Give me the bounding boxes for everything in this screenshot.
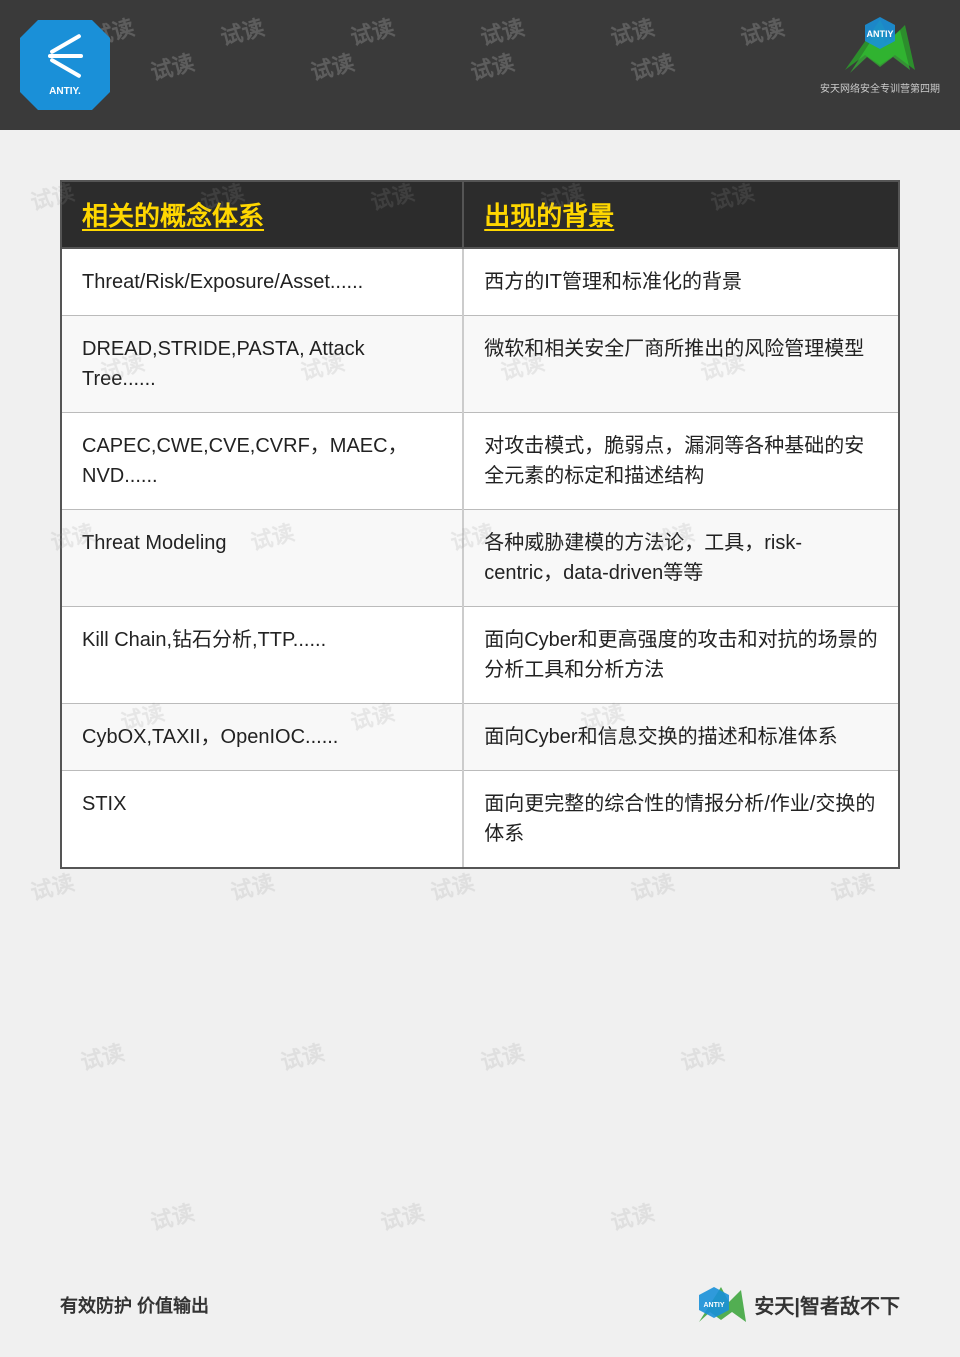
table-row: Threat Modeling各种威胁建模的方法论，工具，risk-centri… — [61, 510, 899, 607]
body-watermark: 试读 — [277, 1035, 328, 1077]
col2-header: 出现的背景 — [463, 181, 899, 248]
table-cell-col2: 各种威胁建模的方法论，工具，risk-centric，data-driven等等 — [463, 510, 899, 607]
table-cell-col2: 西方的IT管理和标准化的背景 — [463, 248, 899, 316]
table-row: CybOX,TAXII，OpenIOC......面向Cyber和信息交换的描述… — [61, 704, 899, 771]
watermark: 试读 — [217, 10, 268, 52]
table-row: STIX面向更完整的综合性的情报分析/作业/交换的体系 — [61, 771, 899, 869]
col2-header-text: 出现的背景 — [484, 201, 614, 231]
watermark: 试读 — [467, 45, 518, 87]
table-cell-col2: 面向Cyber和更高强度的攻击和对抗的场景的分析工具和分析方法 — [463, 607, 899, 704]
svg-text:ANTIY: ANTIY — [704, 1302, 725, 1309]
header-right-logo-icon: ANTIY — [835, 15, 925, 80]
main-content: 相关的概念体系 出现的背景 Threat/Risk/Exposure/Asset… — [0, 130, 960, 909]
watermark: 试读 — [627, 45, 678, 87]
table-row: Kill Chain,钻石分析,TTP......面向Cyber和更高强度的攻击… — [61, 607, 899, 704]
watermark: 试读 — [347, 10, 398, 52]
table-cell-col2: 微软和相关安全厂商所推出的风险管理模型 — [463, 316, 899, 413]
header: 试读 试读 试读 试读 试读 试读 试读 试读 试读 试读 ANTIY. ANT… — [0, 0, 960, 130]
table-cell-col2: 对攻击模式，脆弱点，漏洞等各种基础的安全元素的标定和描述结构 — [463, 413, 899, 510]
table-cell-col1: CAPEC,CWE,CVE,CVRF，MAEC，NVD...... — [61, 413, 463, 510]
footer-logo-icon: ANTIY — [694, 1282, 749, 1327]
watermark: 试读 — [737, 10, 788, 52]
body-watermark: 试读 — [607, 1195, 658, 1237]
body-watermark: 试读 — [377, 1195, 428, 1237]
table-body: Threat/Risk/Exposure/Asset......西方的IT管理和… — [61, 248, 899, 868]
table-row: DREAD,STRIDE,PASTA, Attack Tree......微软和… — [61, 316, 899, 413]
body-watermark: 试读 — [77, 1035, 128, 1077]
table-cell-col1: Threat/Risk/Exposure/Asset...... — [61, 248, 463, 316]
table-cell-col1: Threat Modeling — [61, 510, 463, 607]
logo-icon — [40, 34, 90, 84]
concept-table: 相关的概念体系 出现的背景 Threat/Risk/Exposure/Asset… — [60, 180, 900, 869]
watermark: 试读 — [147, 45, 198, 87]
body-watermark: 试读 — [677, 1035, 728, 1077]
logo-line-3 — [49, 57, 81, 78]
logo-text: ANTIY. — [49, 86, 81, 97]
footer-logo: ANTIY 安天|智者敌不下 — [694, 1282, 900, 1327]
header-right-logo-subtext: 安天网络安全专训营第四期 — [820, 80, 940, 95]
footer: 有效防护 价值输出 ANTIY 安天|智者敌不下 — [0, 1282, 960, 1327]
body-watermark: 试读 — [147, 1195, 198, 1237]
footer-logo-text: 安天|智者敌不下 — [754, 1290, 900, 1319]
svg-text:ANTIY: ANTIY — [867, 29, 894, 39]
col1-header: 相关的概念体系 — [61, 181, 463, 248]
table-cell-col2: 面向Cyber和信息交换的描述和标准体系 — [463, 704, 899, 771]
table-cell-col2: 面向更完整的综合性的情报分析/作业/交换的体系 — [463, 771, 899, 869]
table-header-row: 相关的概念体系 出现的背景 — [61, 181, 899, 248]
logo-line-2 — [48, 54, 83, 58]
watermark: 试读 — [607, 10, 658, 52]
watermark: 试读 — [307, 45, 358, 87]
table-row: Threat/Risk/Exposure/Asset......西方的IT管理和… — [61, 248, 899, 316]
body-watermark: 试读 — [477, 1035, 528, 1077]
table-cell-col1: Kill Chain,钻石分析,TTP...... — [61, 607, 463, 704]
table-cell-col1: CybOX,TAXII，OpenIOC...... — [61, 704, 463, 771]
table-row: CAPEC,CWE,CVE,CVRF，MAEC，NVD......对攻击模式，脆… — [61, 413, 899, 510]
logo-line-1 — [49, 33, 81, 54]
header-right-logo: ANTIY 安天网络安全专训营第四期 — [820, 15, 940, 95]
header-logo: ANTIY. — [20, 20, 110, 110]
table-cell-col1: DREAD,STRIDE,PASTA, Attack Tree...... — [61, 316, 463, 413]
col1-header-text: 相关的概念体系 — [82, 201, 264, 231]
footer-left-text: 有效防护 价值输出 — [60, 1292, 209, 1318]
table-cell-col1: STIX — [61, 771, 463, 869]
